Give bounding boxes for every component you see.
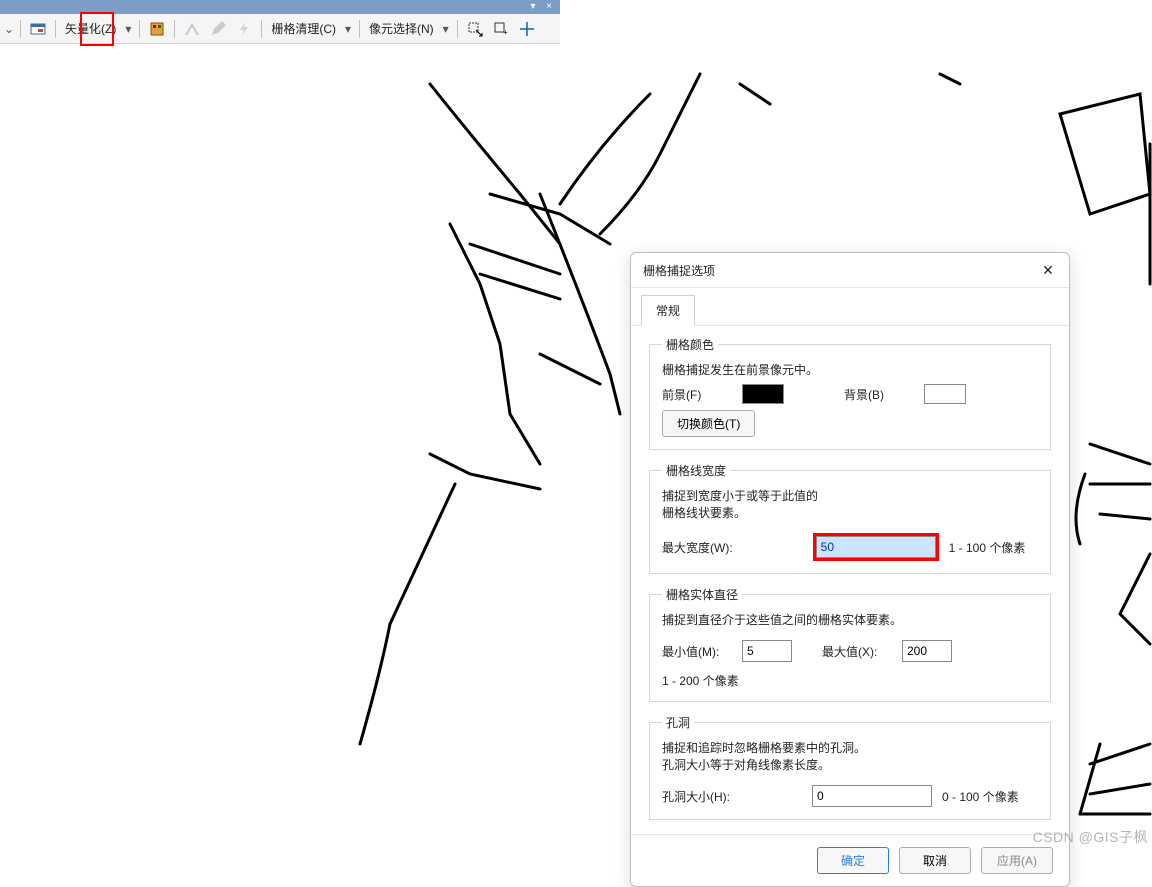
grid-clean-dropdown-icon[interactable]: ▾ [343,22,353,36]
max-value-input[interactable] [902,640,952,662]
hole-note2: 孔洞大小等于对角线像素长度。 [662,756,1038,773]
pixel-select-menu[interactable]: 像元选择(N) [366,18,437,40]
trace-line-icon [184,21,200,37]
group-linewidth-title: 栅格线宽度 [662,462,730,479]
fg-color-swatch[interactable] [742,384,784,404]
maxwidth-range: 1 - 100 个像素 [949,539,1026,556]
hole-note1: 捕捉和追踪时忽略栅格要素中的孔洞。 [662,739,1038,756]
svg-text:+: + [503,28,508,37]
grid-clean-label: 栅格清理(C) [271,20,336,37]
pencil-icon [210,21,226,37]
tabstrip: 常规 [631,288,1069,326]
watermark: CSDN @GIS子枫 [1033,827,1148,847]
solid-range: 1 - 200 个像素 [662,672,739,689]
options-icon [30,21,46,37]
vectorize-menu[interactable]: 矢量化(Z) [62,18,119,40]
palette-button[interactable] [146,18,168,40]
dialog-footer: 确定 取消 应用(A) [631,834,1069,886]
group-solid-title: 栅格实体直径 [662,586,742,603]
select-tool-3[interactable] [516,18,538,40]
group-hole-title: 孔洞 [662,714,694,731]
max-width-input[interactable] [816,536,936,558]
solid-note: 捕捉到直径介于这些值之间的栅格实体要素。 [662,611,1038,628]
toolbar-close-icon[interactable]: × [542,2,556,12]
group-raster-color: 栅格颜色 栅格捕捉发生在前景像元中。 前景(F) 背景(B) 切换颜色(T) [649,336,1051,450]
annotation-highlight-input [813,533,939,561]
toolbar-minimize-icon[interactable]: ▾ [526,2,540,12]
raster-snap-options-button[interactable] [27,18,49,40]
dialog-header: 栅格捕捉选项 ✕ [631,253,1069,288]
ok-button[interactable]: 确定 [817,847,889,874]
scale-dropdown[interactable]: ⌄ [4,22,14,36]
palette-icon [149,21,165,37]
tab-general-label: 常规 [656,304,680,318]
pixel-select-dropdown-icon[interactable]: ▾ [441,22,451,36]
crosshair-icon [519,21,535,37]
group-holes: 孔洞 捕捉和追踪时忽略栅格要素中的孔洞。 孔洞大小等于对角线像素长度。 孔洞大小… [649,714,1051,820]
swap-colors-button[interactable]: 切换颜色(T) [662,410,755,437]
swap-colors-label: 切换颜色(T) [677,417,740,431]
color-note: 栅格捕捉发生在前景像元中。 [662,361,1038,378]
group-line-width: 栅格线宽度 捕捉到宽度小于或等于此值的 栅格线状要素。 最大宽度(W): 1 -… [649,462,1051,574]
group-color-title: 栅格颜色 [662,336,718,353]
vectorize-dropdown-icon[interactable]: ▾ [123,22,133,36]
separator [20,20,21,38]
bg-label: 背景(B) [844,386,914,403]
fg-label: 前景(F) [662,386,732,403]
min-label: 最小值(M): [662,643,732,660]
edit-button [207,18,229,40]
maxwidth-label: 最大宽度(W): [662,539,733,556]
separator [457,20,458,38]
trace-line-button [181,18,203,40]
close-icon: ✕ [1042,262,1054,279]
dialog-close-button[interactable]: ✕ [1039,261,1057,279]
select-tool-2[interactable]: + [490,18,512,40]
separator [55,20,56,38]
select-tool-1[interactable] [464,18,486,40]
toolbar-titlebar: ▾ × [0,0,560,14]
vectorize-label: 矢量化(Z) [65,20,116,37]
raster-snap-options-dialog: 栅格捕捉选项 ✕ 常规 栅格颜色 栅格捕捉发生在前景像元中。 前景(F) 背景(… [630,252,1070,887]
dialog-body: 栅格颜色 栅格捕捉发生在前景像元中。 前景(F) 背景(B) 切换颜色(T) 栅… [631,326,1069,834]
main-toolbar: ⌄ 矢量化(Z) ▾ 栅格清理(C) ▾ 像元选择(N) [0,14,560,44]
grid-clean-menu[interactable]: 栅格清理(C) [268,18,339,40]
hole-size-input[interactable] [812,785,932,807]
separator [359,20,360,38]
ok-label: 确定 [841,854,865,868]
apply-button[interactable]: 应用(A) [981,847,1053,874]
separator [174,20,175,38]
separator [261,20,262,38]
cancel-button[interactable]: 取消 [899,847,971,874]
linewidth-note1: 捕捉到宽度小于或等于此值的 [662,487,1038,504]
bg-color-swatch[interactable] [924,384,966,404]
tab-general[interactable]: 常规 [641,295,695,326]
hole-label: 孔洞大小(H): [662,788,732,805]
separator [139,20,140,38]
select-rect-icon [467,21,483,37]
linewidth-note2: 栅格线状要素。 [662,504,1038,521]
select-lasso-icon: + [493,21,509,37]
hole-range: 0 - 100 个像素 [942,788,1019,805]
pixel-select-label: 像元选择(N) [369,20,434,37]
dialog-title: 栅格捕捉选项 [643,262,715,279]
lightning-button [233,18,255,40]
lightning-icon [236,21,252,37]
group-solid-diameter: 栅格实体直径 捕捉到直径介于这些值之间的栅格实体要素。 最小值(M): 最大值(… [649,586,1051,702]
min-value-input[interactable] [742,640,792,662]
apply-label: 应用(A) [997,854,1037,868]
max-label: 最大值(X): [822,643,892,660]
cancel-label: 取消 [923,854,947,868]
